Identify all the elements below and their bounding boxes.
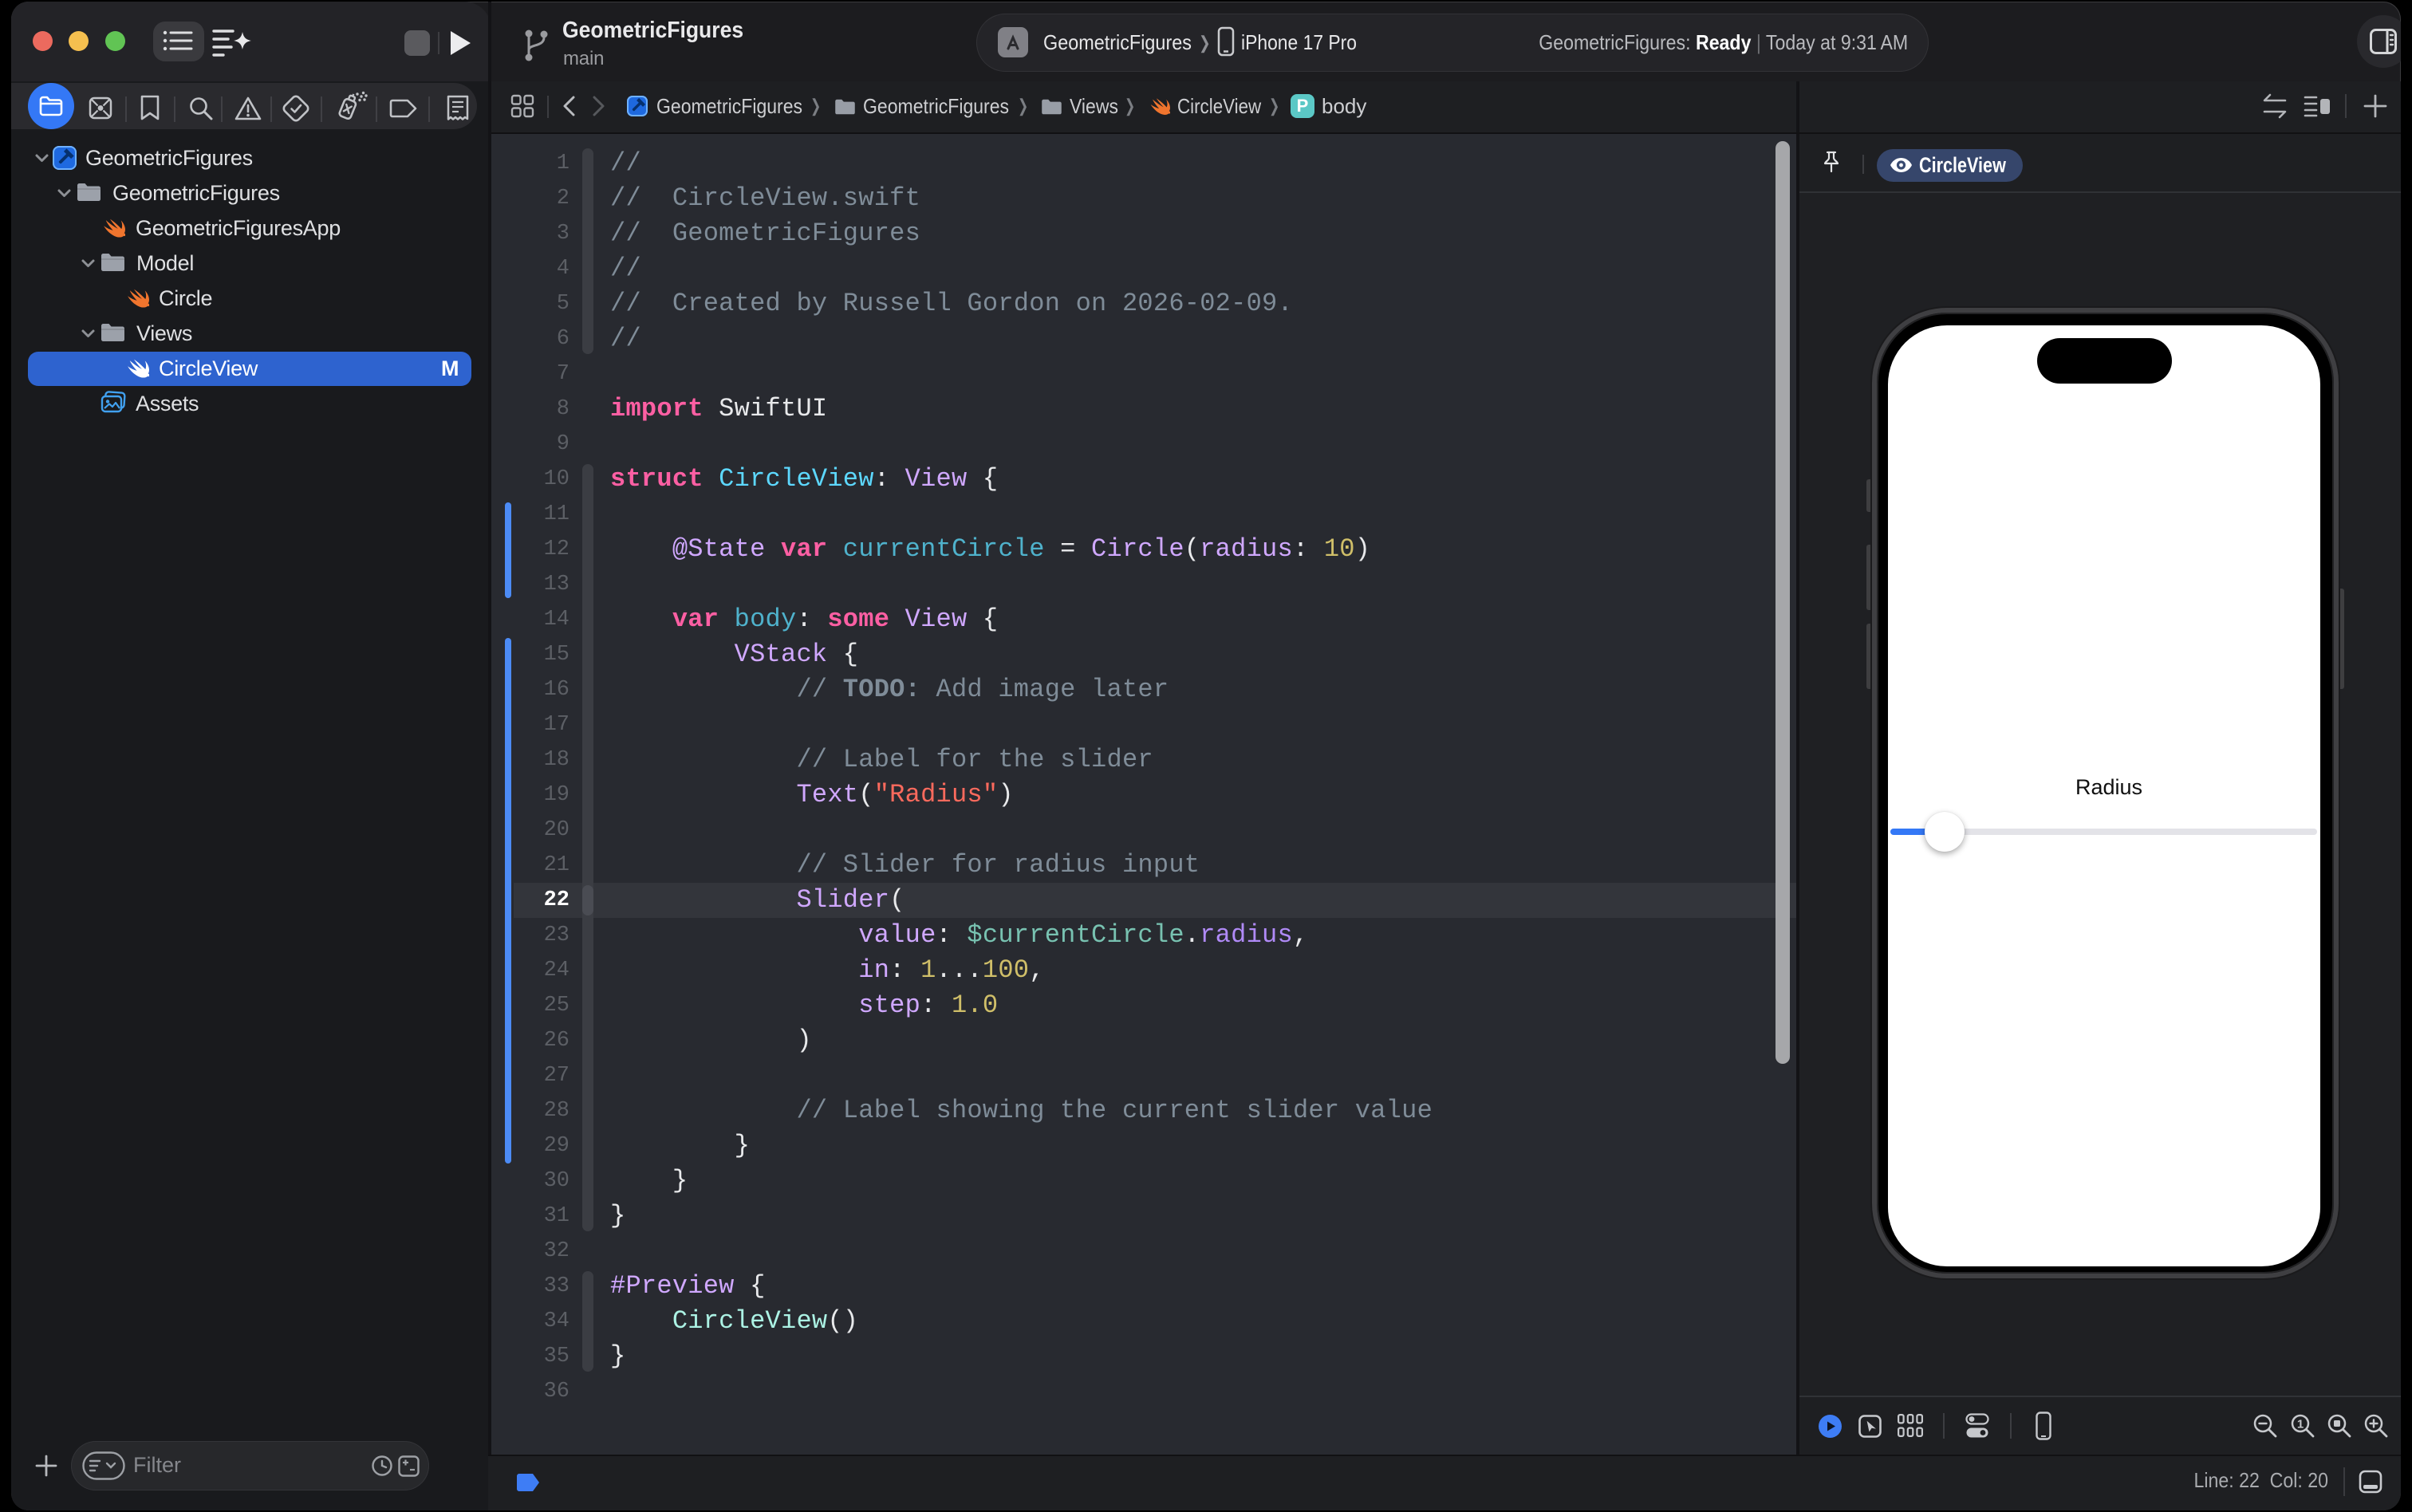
svg-text:1: 1 [2297,1418,2304,1431]
